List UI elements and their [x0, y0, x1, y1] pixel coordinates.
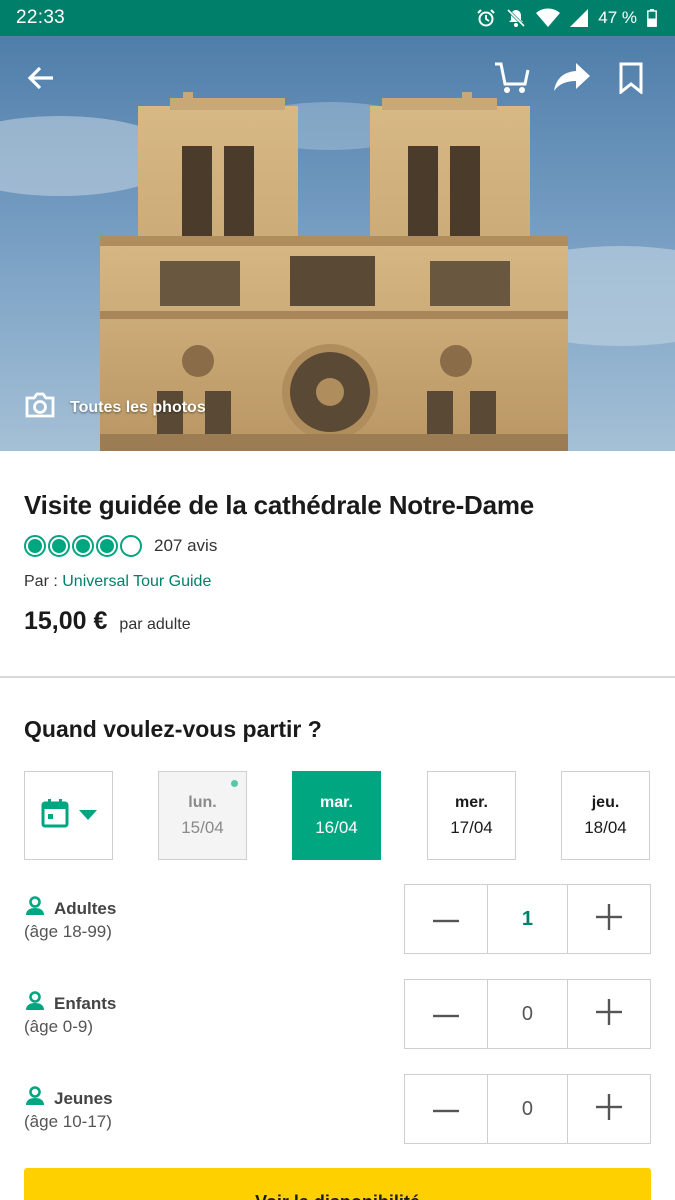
decrement-button[interactable]: [405, 980, 487, 1048]
plus-icon: [596, 998, 623, 1030]
children-stepper: 0: [404, 979, 651, 1049]
adults-stepper: 1: [404, 884, 651, 954]
person-icon: [24, 896, 46, 921]
calendar-picker-button[interactable]: [24, 771, 113, 860]
date-option-0[interactable]: lun. 15/04: [158, 771, 247, 860]
rating-bubble-fill: [100, 539, 114, 553]
date-option-2[interactable]: mer. 17/04: [427, 771, 516, 860]
battery-percent: 47 %: [598, 8, 637, 27]
status-bar: 22:33 47 %: [0, 0, 675, 36]
plus-icon: [596, 903, 623, 935]
camera-icon: [24, 392, 56, 423]
guest-row-youth: Jeunes (âge 10-17) 0: [24, 1074, 651, 1144]
minus-icon: [432, 1100, 459, 1118]
date-weekday: lun.: [188, 793, 217, 811]
date-day: 18/04: [584, 817, 627, 837]
increment-button[interactable]: [568, 1075, 650, 1143]
date-weekday: mar.: [320, 793, 353, 811]
cart-icon[interactable]: [492, 58, 532, 98]
date-day: 16/04: [315, 817, 358, 837]
decrement-button[interactable]: [405, 885, 487, 953]
bookmark-icon[interactable]: [611, 58, 651, 98]
price-row: 15,00 € par adulte: [24, 607, 651, 636]
guest-label: Enfants: [24, 991, 116, 1016]
status-icons: 47 %: [476, 8, 657, 28]
minus-icon: [432, 910, 459, 928]
person-icon: [24, 1086, 46, 1111]
today-indicator: [231, 780, 238, 787]
booking-title: Quand voulez-vous partir ?: [24, 716, 322, 742]
decrement-button[interactable]: [405, 1075, 487, 1143]
share-icon[interactable]: [552, 58, 592, 98]
person-icon: [24, 991, 46, 1016]
date-weekday: jeu.: [591, 793, 620, 811]
operator-link[interactable]: Universal Tour Guide: [62, 573, 211, 590]
guest-age-range: (âge 18-99): [24, 922, 112, 941]
date-option-1[interactable]: mar. 16/04: [292, 771, 381, 860]
guest-type: Enfants: [54, 993, 117, 1013]
notifications-off-icon: [506, 8, 526, 28]
guest-type: Adultes: [54, 898, 117, 918]
rating-row[interactable]: 207 avis: [24, 535, 651, 557]
status-time: 22:33: [16, 7, 66, 28]
plus-icon: [596, 1093, 623, 1125]
minus-icon: [432, 1005, 459, 1023]
all-photos-label: Toutes les photos: [70, 398, 206, 416]
guest-age-range: (âge 10-17): [24, 1112, 112, 1131]
increment-button[interactable]: [568, 885, 650, 953]
back-arrow-icon[interactable]: [21, 58, 61, 98]
check-availability-button[interactable]: Voir la disponibilité: [24, 1168, 651, 1200]
guest-count: 1: [486, 885, 569, 953]
rating-bubble-fill: [52, 539, 66, 553]
wifi-icon: [536, 8, 561, 28]
guest-count: 0: [486, 1075, 569, 1143]
rating-bubble-filled: [96, 535, 118, 557]
rating-bubble-filled: [48, 535, 70, 557]
increment-button[interactable]: [568, 980, 650, 1048]
date-weekday: mer.: [455, 793, 488, 811]
guest-row-adults: Adultes (âge 18-99) 1: [24, 884, 651, 954]
date-option-3[interactable]: jeu. 18/04: [561, 771, 650, 860]
guest-label: Adultes: [24, 896, 116, 921]
signal-icon: [570, 9, 589, 27]
all-photos-button[interactable]: Toutes les photos: [24, 392, 206, 423]
review-count[interactable]: 207 avis: [154, 536, 217, 556]
operator-prefix: Par :: [24, 573, 63, 590]
rating-bubbles: [24, 535, 142, 557]
guest-row-children: Enfants (âge 0-9) 0: [24, 979, 651, 1049]
operator-row: Par : Universal Tour Guide: [24, 573, 651, 591]
guest-type: Jeunes: [54, 1088, 113, 1108]
check-availability-label: Voir la disponibilité: [255, 1192, 420, 1200]
chevron-down-icon: [78, 807, 97, 825]
price-unit: par adulte: [119, 616, 191, 633]
rating-bubble-empty: [120, 535, 142, 557]
youth-stepper: 0: [404, 1074, 651, 1144]
listing-info: Visite guidée de la cathédrale Notre-Dam…: [24, 490, 651, 636]
section-divider: [0, 676, 675, 678]
rating-bubble-fill: [76, 539, 90, 553]
guest-label: Jeunes: [24, 1086, 113, 1111]
hero-photo[interactable]: Toutes les photos: [0, 36, 675, 451]
guest-count: 0: [486, 980, 569, 1048]
battery-icon: [647, 9, 657, 27]
rating-bubble-filled: [24, 535, 46, 557]
rating-bubble-fill: [28, 539, 42, 553]
calendar-icon: [41, 798, 69, 833]
date-day: 17/04: [450, 817, 493, 837]
rating-bubble-filled: [72, 535, 94, 557]
guest-age-range: (âge 0-9): [24, 1017, 93, 1036]
price: 15,00 €: [24, 607, 108, 635]
listing-title: Visite guidée de la cathédrale Notre-Dam…: [24, 490, 535, 520]
date-day: 15/04: [181, 817, 224, 837]
cathedral-image: [0, 92, 675, 451]
alarm-icon: [476, 8, 496, 28]
